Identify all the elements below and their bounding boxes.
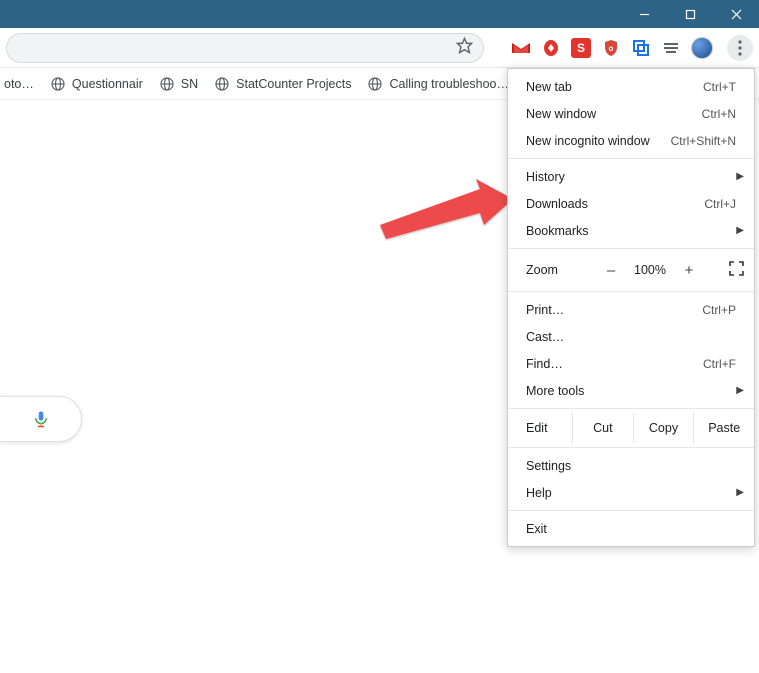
- extension-shield-icon[interactable]: o: [601, 38, 621, 58]
- menu-edit-row: Edit Cut Copy Paste: [508, 413, 754, 443]
- menu-label: Cast…: [526, 330, 736, 344]
- menu-label: Zoom: [526, 263, 581, 277]
- address-bar[interactable]: [6, 33, 484, 63]
- chrome-main-menu: New tab Ctrl+T New window Ctrl+N New inc…: [507, 68, 755, 547]
- chrome-menu-button[interactable]: [727, 35, 753, 61]
- window-maximize-button[interactable]: [667, 0, 713, 28]
- menu-exit[interactable]: Exit: [508, 515, 754, 542]
- globe-icon: [50, 76, 66, 92]
- menu-shortcut: Ctrl+N: [702, 107, 736, 121]
- chevron-right-icon: ▶: [736, 487, 744, 498]
- menu-label: History: [526, 170, 736, 184]
- menu-label: Exit: [526, 522, 736, 536]
- menu-cast[interactable]: Cast…: [508, 323, 754, 350]
- menu-new-window[interactable]: New window Ctrl+N: [508, 100, 754, 127]
- browser-toolbar: S o: [0, 28, 759, 68]
- zoom-in-button[interactable]: +: [680, 262, 698, 279]
- menu-label: Print…: [526, 303, 702, 317]
- fullscreen-button[interactable]: [729, 261, 744, 279]
- zoom-percent: 100%: [634, 263, 666, 277]
- globe-icon: [214, 76, 230, 92]
- menu-downloads[interactable]: Downloads Ctrl+J: [508, 190, 754, 217]
- bookmark-item[interactable]: Calling troubleshoo…: [367, 76, 509, 92]
- menu-shortcut: Ctrl+F: [703, 357, 736, 371]
- menu-label: Find…: [526, 357, 703, 371]
- menu-shortcut: Ctrl+P: [702, 303, 736, 317]
- menu-help[interactable]: Help ▶: [508, 479, 754, 506]
- bookmark-item[interactable]: StatCounter Projects: [214, 76, 351, 92]
- extension-blue-icon[interactable]: [631, 38, 651, 58]
- bookmark-label: Questionnair: [72, 77, 143, 91]
- extension-s-icon[interactable]: S: [571, 38, 591, 58]
- menu-label: New incognito window: [526, 134, 671, 148]
- window-close-button[interactable]: [713, 0, 759, 28]
- menu-label: Edit: [508, 413, 572, 443]
- menu-label: Bookmarks: [526, 224, 736, 238]
- bookmark-label: SN: [181, 77, 198, 91]
- menu-history[interactable]: History ▶: [508, 163, 754, 190]
- bookmark-star-icon[interactable]: [456, 37, 473, 59]
- globe-icon: [367, 76, 383, 92]
- extension-red-icon[interactable]: [541, 38, 561, 58]
- microphone-icon: [32, 408, 50, 430]
- menu-shortcut: Ctrl+Shift+N: [671, 134, 736, 148]
- edit-copy-button[interactable]: Copy: [633, 413, 694, 443]
- edit-cut-button[interactable]: Cut: [572, 413, 633, 443]
- menu-label: Settings: [526, 459, 736, 473]
- voice-search-button[interactable]: [0, 396, 82, 442]
- menu-shortcut: Ctrl+T: [703, 80, 736, 94]
- bookmark-item[interactable]: SN: [159, 76, 198, 92]
- svg-text:o: o: [609, 44, 614, 53]
- window-minimize-button[interactable]: [621, 0, 667, 28]
- extension-row: S o: [511, 35, 753, 61]
- menu-label: New window: [526, 107, 702, 121]
- extension-list-icon[interactable]: [661, 38, 681, 58]
- menu-new-tab[interactable]: New tab Ctrl+T: [508, 73, 754, 100]
- chevron-right-icon: ▶: [736, 385, 744, 396]
- zoom-out-button[interactable]: –: [602, 262, 620, 279]
- menu-label: Downloads: [526, 197, 704, 211]
- bookmark-item[interactable]: oto…: [4, 77, 34, 91]
- menu-print[interactable]: Print… Ctrl+P: [508, 296, 754, 323]
- chevron-right-icon: ▶: [736, 171, 744, 182]
- menu-settings[interactable]: Settings: [508, 452, 754, 479]
- menu-label: More tools: [526, 384, 736, 398]
- bookmark-label: StatCounter Projects: [236, 77, 351, 91]
- window-titlebar: [0, 0, 759, 28]
- gmail-icon[interactable]: [511, 38, 531, 58]
- menu-bookmarks[interactable]: Bookmarks ▶: [508, 217, 754, 244]
- menu-shortcut: Ctrl+J: [704, 197, 736, 211]
- menu-label: Help: [526, 486, 736, 500]
- menu-more-tools[interactable]: More tools ▶: [508, 377, 754, 404]
- menu-label: New tab: [526, 80, 703, 94]
- globe-icon: [159, 76, 175, 92]
- bookmark-item[interactable]: Questionnair: [50, 76, 143, 92]
- bookmark-label: oto…: [4, 77, 34, 91]
- profile-avatar[interactable]: [691, 37, 713, 59]
- menu-new-incognito[interactable]: New incognito window Ctrl+Shift+N: [508, 127, 754, 154]
- edit-paste-button[interactable]: Paste: [693, 413, 754, 443]
- annotation-arrow: [380, 177, 515, 247]
- bookmark-label: Calling troubleshoo…: [389, 77, 509, 91]
- menu-zoom-row: Zoom – 100% +: [508, 253, 754, 287]
- chevron-right-icon: ▶: [736, 225, 744, 236]
- menu-find[interactable]: Find… Ctrl+F: [508, 350, 754, 377]
